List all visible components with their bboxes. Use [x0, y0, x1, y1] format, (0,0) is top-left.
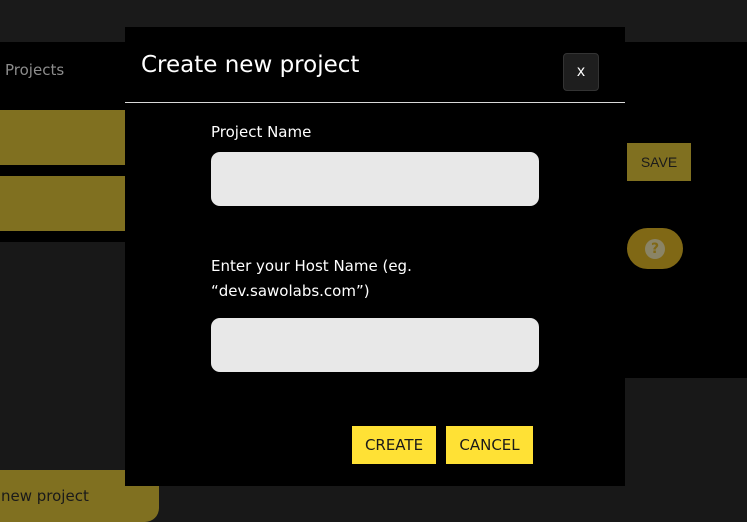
question-circle-icon: ? — [645, 238, 665, 259]
project-card[interactable] — [0, 110, 130, 165]
close-button[interactable]: x — [563, 53, 599, 91]
project-name-input[interactable] — [211, 152, 539, 206]
cancel-button[interactable]: CANCEL — [446, 426, 533, 464]
help-button[interactable]: ? — [627, 228, 683, 269]
create-button[interactable]: CREATE — [352, 426, 436, 464]
new-project-label: new project — [1, 487, 89, 505]
host-name-input[interactable] — [211, 318, 539, 372]
modal-title: Create new project — [141, 52, 360, 78]
project-card[interactable] — [0, 176, 130, 231]
host-name-label: Enter your Host Name (eg. “dev.sawolabs.… — [211, 257, 412, 300]
create-project-modal: Create new project x Project Name Enter … — [125, 27, 625, 486]
projects-heading: Projects — [5, 61, 65, 79]
modal-header: Create new project x — [125, 27, 625, 103]
project-name-label: Project Name — [211, 123, 312, 141]
save-button[interactable]: SAVE — [627, 143, 691, 181]
settings-panel — [620, 42, 747, 378]
